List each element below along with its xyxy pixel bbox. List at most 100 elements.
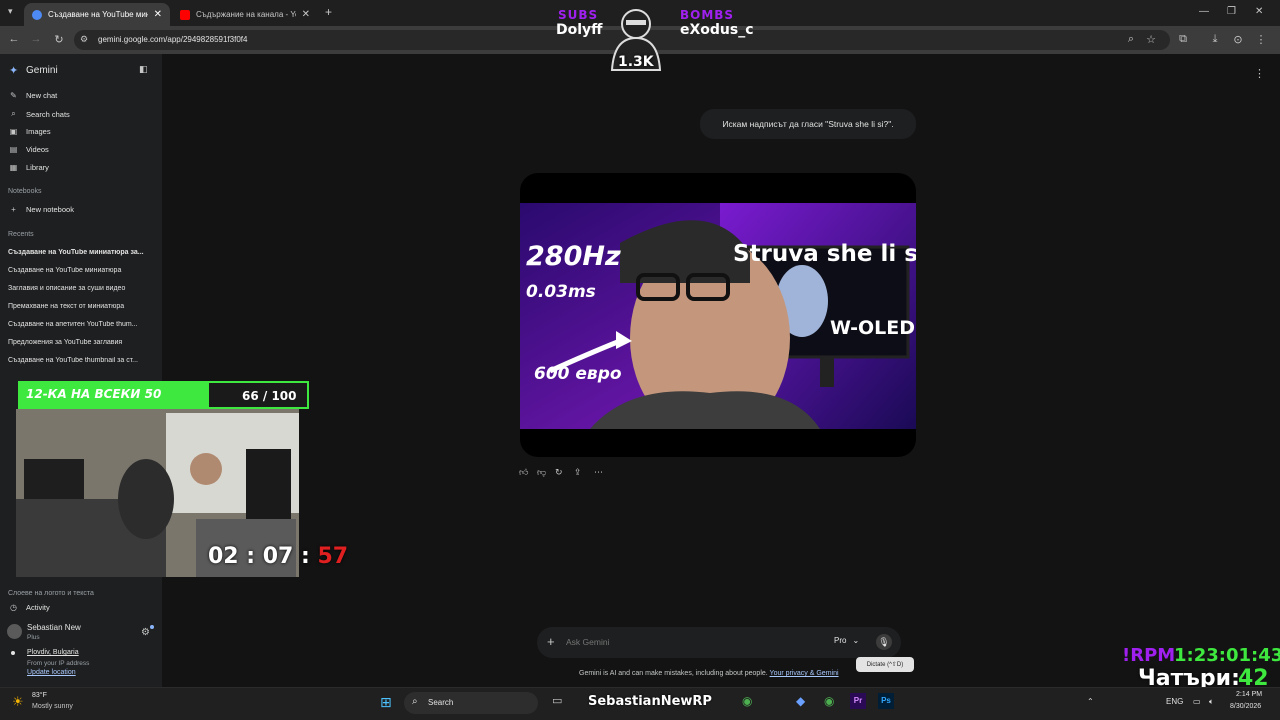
- recent-chat-item[interactable]: Създаване на YouTube миниатюра: [8, 267, 154, 274]
- menu-label: New chat: [26, 91, 58, 100]
- new-tab-icon[interactable]: +: [325, 5, 332, 19]
- rpm-label: !RPM: [1122, 645, 1176, 666]
- weather-sun-icon[interactable]: ☀: [12, 694, 24, 710]
- recent-chat-item[interactable]: Слоеве на логото и текста: [8, 590, 154, 597]
- search-icon: ⌕: [11, 109, 16, 118]
- disclaimer: Gemini is AI and can make mistakes, incl…: [579, 670, 839, 677]
- youtube-favicon-icon: [180, 9, 190, 20]
- more-options-icon[interactable]: ⋯: [594, 467, 603, 478]
- extensions-icon[interactable]: ⧉: [1176, 33, 1190, 46]
- recent-chat-item[interactable]: Предложения за YouTube заглавия: [8, 339, 154, 346]
- user-plan: Plus: [27, 634, 40, 641]
- menu-label: Search chats: [26, 109, 70, 119]
- prompt-input[interactable]: [566, 634, 816, 650]
- zoom-icon[interactable]: ⌕: [1124, 33, 1138, 46]
- volume-icon[interactable]: 🔈︎: [1209, 697, 1214, 707]
- tooltip-text: Dictate (^⇧D): [866, 662, 904, 668]
- streamer-logo: 1.3K: [604, 4, 668, 72]
- edit-icon: ✎: [10, 91, 17, 100]
- images-button[interactable]: ▣ Images: [8, 127, 51, 136]
- model-label: Pro: [834, 636, 847, 645]
- microphone-icon[interactable]: 🎙︎: [876, 634, 892, 650]
- reload-icon[interactable]: ↻: [52, 33, 66, 46]
- tab-search-icon[interactable]: ▾: [8, 6, 13, 17]
- profile-icon[interactable]: ⊙: [1231, 33, 1245, 46]
- photoshop-icon[interactable]: Ps: [878, 693, 894, 709]
- weather-temp[interactable]: 83°F: [32, 692, 47, 699]
- activity-button[interactable]: ◷ Activity: [8, 603, 50, 612]
- close-tab-icon[interactable]: ✕: [154, 9, 162, 20]
- close-tab-icon[interactable]: ✕: [302, 9, 310, 20]
- update-location-link[interactable]: Update location: [27, 669, 76, 676]
- generated-image-card[interactable]: 280Hz 0.03ms Struva she li si? W-OLED 60…: [520, 173, 916, 457]
- thumbs-up-icon[interactable]: 👍︎: [519, 467, 528, 478]
- taskbar-search[interactable]: ⌕ Search: [404, 692, 538, 714]
- avatar[interactable]: [7, 624, 22, 639]
- logo-count: 1.3K: [618, 54, 654, 70]
- thumbnail-image[interactable]: 280Hz 0.03ms Struva she li si? W-OLED 60…: [520, 203, 916, 429]
- restore-icon[interactable]: ❐: [1227, 6, 1236, 17]
- recent-chat-item[interactable]: Заглавия и описание за суши видео: [8, 285, 154, 292]
- bookmark-star-icon[interactable]: ☆: [1144, 33, 1158, 46]
- library-button[interactable]: ▦ Library: [8, 163, 49, 172]
- premiere-icon[interactable]: Pr: [850, 693, 866, 709]
- tray-chevron-icon[interactable]: ⌃: [1087, 697, 1094, 706]
- app-icon[interactable]: ◆: [796, 694, 805, 708]
- regenerate-icon[interactable]: ↻: [555, 467, 563, 478]
- menu-kebab-icon[interactable]: ⋮: [1254, 33, 1268, 46]
- back-icon[interactable]: ←: [7, 33, 21, 45]
- goal-bar: 12-КА НА ВСЕКИ 50 66 / 100: [18, 381, 309, 409]
- recent-chat-item[interactable]: Създаване на YouTube миниатюра за...: [8, 249, 154, 256]
- goal-label: 12-КА НА ВСЕКИ 50: [26, 387, 162, 401]
- add-plus-icon[interactable]: +: [547, 634, 555, 649]
- library-icon: ▦: [9, 163, 18, 172]
- bombs-name: eXodus_c: [680, 22, 754, 38]
- thumbnail-hz-text: 280Hz: [526, 241, 621, 272]
- settings-gear-icon[interactable]: ⚙: [141, 627, 150, 638]
- share-icon[interactable]: ⇪: [574, 467, 582, 478]
- weather-desc[interactable]: Mostly sunny: [32, 703, 73, 710]
- task-view-icon[interactable]: ▭: [552, 694, 562, 707]
- clock-date[interactable]: 8/30/2026: [1230, 703, 1261, 710]
- collapse-sidebar-icon[interactable]: ◧: [139, 64, 148, 75]
- model-selector[interactable]: Pro ⌄: [834, 636, 859, 645]
- recent-chat-item[interactable]: Премахване на текст от миниатюра: [8, 303, 154, 310]
- tab-gemini[interactable]: Създаване на YouTube миниатю ✕: [24, 3, 170, 26]
- url-text[interactable]: gemini.google.com/app/2949828591f3f0f4: [98, 35, 247, 44]
- brand-name: Gemini: [26, 65, 58, 76]
- wifi-icon[interactable]: ▭: [1193, 697, 1201, 706]
- thumbs-down-icon[interactable]: 👎︎: [537, 467, 546, 478]
- menu-label: New notebook: [26, 205, 74, 214]
- recents-header: Recents: [8, 231, 34, 238]
- thumbnail-ms-text: 0.03ms: [526, 282, 596, 302]
- forward-icon[interactable]: →: [29, 33, 43, 45]
- windows-start-icon[interactable]: ⊞: [380, 694, 392, 711]
- privacy-link[interactable]: Your privacy & Gemini: [770, 670, 839, 677]
- recent-chat-item[interactable]: Създаване на YouTube thumbnail за ст...: [8, 357, 154, 364]
- search-label: Search: [428, 698, 454, 707]
- thumbnail-price-text: 600 евро: [534, 364, 622, 384]
- clock-time[interactable]: 2:14 PM: [1236, 691, 1262, 698]
- download-icon[interactable]: ⤓: [1208, 33, 1222, 46]
- user-name: Sebastian New: [27, 623, 81, 632]
- thumbnail-title-text: Struva she li si?: [733, 241, 916, 267]
- videos-button[interactable]: ▤ Videos: [8, 145, 49, 154]
- close-window-icon[interactable]: ✕: [1255, 6, 1263, 17]
- chat-menu-icon[interactable]: ⋮: [1254, 67, 1265, 80]
- gemini-favicon-icon: [32, 9, 42, 20]
- language-indicator[interactable]: ENG: [1166, 697, 1183, 706]
- menu-label: Images: [26, 127, 51, 136]
- minimize-icon[interactable]: —: [1199, 6, 1209, 17]
- new-notebook-button[interactable]: + New notebook: [8, 205, 74, 214]
- tab-youtube[interactable]: Съдържание на канала - YouTub ✕: [172, 3, 318, 26]
- search-chats-button[interactable]: ⌕ Search chats: [8, 109, 70, 119]
- overlay-name: SebastianNewRP: [588, 694, 712, 709]
- menu-label: Library: [26, 163, 49, 172]
- search-icon: ⌕: [412, 696, 418, 707]
- recent-chat-item[interactable]: Създаване на апетитен YouTube thum...: [8, 321, 154, 328]
- new-chat-button[interactable]: ✎ New chat: [8, 91, 57, 100]
- chrome-icon[interactable]: ◉: [742, 694, 752, 708]
- chrome-active-icon[interactable]: ◉: [824, 694, 834, 708]
- site-info-icon[interactable]: ⚙: [80, 34, 88, 45]
- subs-name: Dolyff: [556, 22, 603, 38]
